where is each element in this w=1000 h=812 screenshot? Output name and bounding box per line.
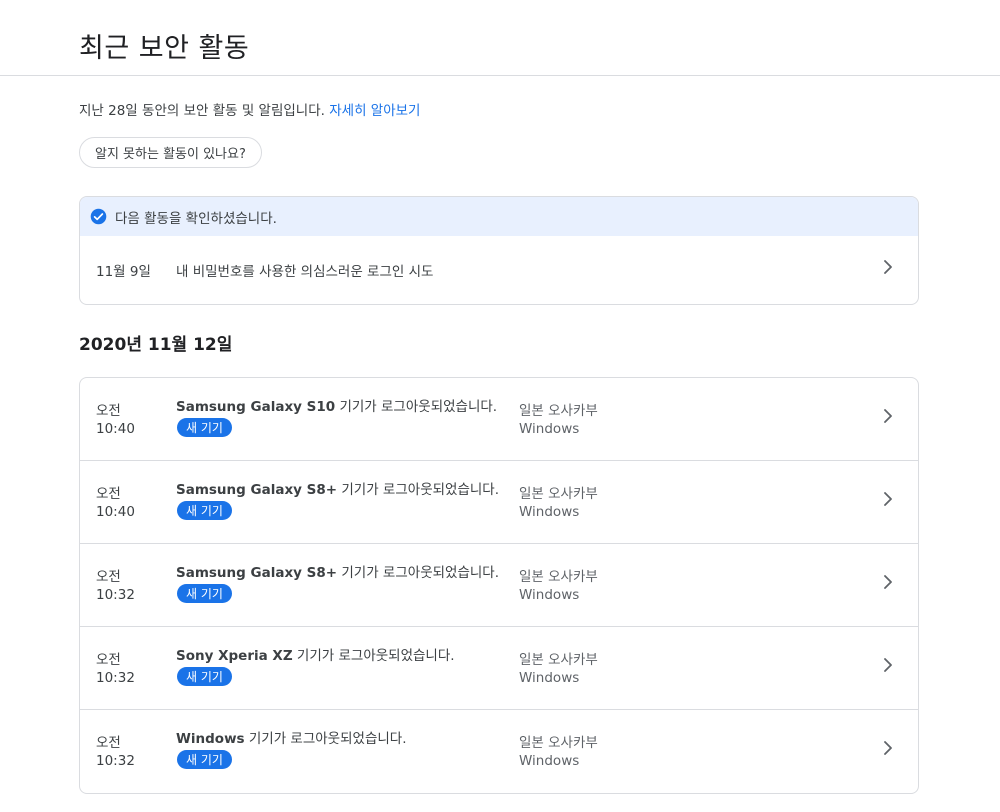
page-header: 최근 보안 활동 [0, 0, 1000, 76]
chevron-right-icon[interactable] [880, 574, 896, 590]
device-name: Samsung Galaxy S8+ [176, 565, 338, 581]
intro-text: 지난 28일 동안의 보안 활동 및 알림입니다. 자세히 알아보기 [79, 99, 420, 119]
activity-platform: Windows [519, 587, 580, 603]
new-device-badge: 새 기기 [177, 750, 232, 769]
activity-row[interactable]: 오전 10:40 Samsung Galaxy S8+ 기기가 로그아웃되었습니… [80, 461, 918, 544]
activity-row[interactable]: 오전 10:32 Windows 기기가 로그아웃되었습니다. 새 기기 일본 … [80, 710, 918, 793]
page-title: 최근 보안 활동 [79, 33, 250, 64]
device-name: Samsung Galaxy S10 [176, 399, 336, 415]
device-name: Sony Xperia XZ [176, 648, 293, 664]
activity-platform: Windows [519, 504, 580, 520]
activity-row[interactable]: 오전 10:40 Samsung Galaxy S10 기기가 로그아웃되었습니… [80, 378, 918, 461]
activity-location: 일본 오사카부 [519, 486, 598, 502]
activity-platform: Windows [519, 753, 580, 769]
device-name: Windows [176, 731, 245, 747]
activity-time: 10:40 [96, 504, 135, 520]
event-message: 기기가 로그아웃되었습니다. [337, 565, 500, 581]
event-message: 기기가 로그아웃되었습니다. [244, 731, 407, 747]
reviewed-activity-row[interactable]: 11월 9일 내 비밀번호를 사용한 의심스러운 로그인 시도 [80, 236, 918, 304]
reviewed-description: 내 비밀번호를 사용한 의심스러운 로그인 시도 [176, 264, 434, 280]
activity-platform: Windows [519, 421, 580, 437]
activity-location: 일본 오사카부 [519, 735, 598, 751]
learn-more-link[interactable]: 자세히 알아보기 [329, 103, 420, 119]
reviewed-banner-text: 다음 활동을 확인하셨습니다. [115, 210, 277, 227]
activity-time: 10:40 [96, 421, 135, 437]
activity-event: Samsung Galaxy S8+ 기기가 로그아웃되었습니다. [176, 478, 499, 498]
activity-ampm: 오전 [96, 403, 121, 419]
new-device-badge: 새 기기 [177, 418, 232, 437]
chevron-right-icon[interactable] [880, 740, 896, 756]
chevron-right-icon[interactable] [880, 657, 896, 673]
activity-location: 일본 오사카부 [519, 652, 598, 668]
activity-time: 10:32 [96, 587, 135, 603]
activity-location: 일본 오사카부 [519, 569, 598, 585]
activity-event: Sony Xperia XZ 기기가 로그아웃되었습니다. [176, 644, 455, 664]
activity-event: Windows 기기가 로그아웃되었습니다. [176, 727, 407, 747]
intro-description: 지난 28일 동안의 보안 활동 및 알림입니다. [79, 103, 330, 119]
chevron-right-icon[interactable] [880, 259, 896, 275]
chevron-right-icon[interactable] [880, 408, 896, 424]
activity-event: Samsung Galaxy S10 기기가 로그아웃되었습니다. [176, 395, 497, 415]
check-circle-icon [90, 208, 107, 225]
activity-list: 오전 10:40 Samsung Galaxy S10 기기가 로그아웃되었습니… [79, 377, 919, 794]
activity-time: 10:32 [96, 753, 135, 769]
activity-location: 일본 오사카부 [519, 403, 598, 419]
event-message: 기기가 로그아웃되었습니다. [337, 482, 500, 498]
reviewed-date: 11월 9일 [96, 264, 151, 280]
activity-event: Samsung Galaxy S8+ 기기가 로그아웃되었습니다. [176, 561, 499, 581]
event-message: 기기가 로그아웃되었습니다. [335, 399, 498, 415]
device-name: Samsung Galaxy S8+ [176, 482, 338, 498]
reviewed-banner: 다음 활동을 확인하셨습니다. [80, 197, 918, 236]
activity-row[interactable]: 오전 10:32 Sony Xperia XZ 기기가 로그아웃되었습니다. 새… [80, 627, 918, 710]
reviewed-activity-card: 다음 활동을 확인하셨습니다. 11월 9일 내 비밀번호를 사용한 의심스러운… [79, 196, 919, 305]
activity-ampm: 오전 [96, 486, 121, 502]
activity-platform: Windows [519, 670, 580, 686]
event-message: 기기가 로그아웃되었습니다. [292, 648, 455, 664]
new-device-badge: 새 기기 [177, 584, 232, 603]
activity-time: 10:32 [96, 670, 135, 686]
activity-ampm: 오전 [96, 652, 121, 668]
chevron-right-icon[interactable] [880, 491, 896, 507]
section-date-heading: 2020년 11월 12일 [79, 335, 233, 355]
unknown-activity-button[interactable]: 알지 못하는 활동이 있나요? [79, 137, 262, 168]
activity-ampm: 오전 [96, 735, 121, 751]
new-device-badge: 새 기기 [177, 667, 232, 686]
activity-row[interactable]: 오전 10:32 Samsung Galaxy S8+ 기기가 로그아웃되었습니… [80, 544, 918, 627]
new-device-badge: 새 기기 [177, 501, 232, 520]
activity-ampm: 오전 [96, 569, 121, 585]
